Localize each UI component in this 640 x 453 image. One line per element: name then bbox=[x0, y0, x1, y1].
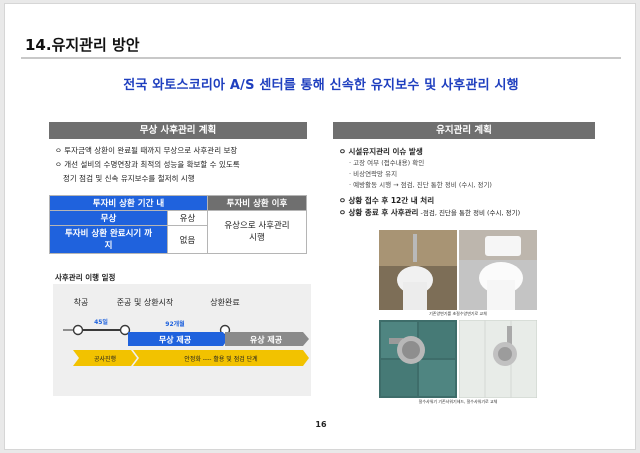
right-item-aftercare-bold: ㅇ 상황 종료 후 사후관리 bbox=[339, 208, 419, 217]
right-item-aftercare: ㅇ 상황 종료 후 사후관리 -점검, 진단을 통한 정비 (수시, 정기) bbox=[339, 207, 520, 219]
headline: 전국 와토스코리아 A/S 센터를 통해 신속한 유지보수 및 사후관리 시행 bbox=[123, 78, 519, 93]
right-maintenance-list: ㅇ 시설유지관리 이슈 발생 · 고장 여부 (접수내용) 확인 · 비상연락망… bbox=[339, 146, 520, 219]
bar-free-label: 무상 제공 bbox=[159, 335, 192, 345]
schedule-panel: 착공 준공 및 상환시작 상환완료 45일 92개월 무상 제공 유상 제공 공… bbox=[53, 284, 311, 396]
milestone-start-label: 착공 bbox=[74, 298, 89, 307]
table-header-within: 투자비 상환 기간 내 bbox=[49, 195, 208, 211]
table-header-after: 투자비 상환 이후 bbox=[207, 195, 307, 211]
duration-92-months: 92개월 bbox=[165, 320, 185, 328]
left-bullet-1: ㅇ 투자금액 상환이 완료될 때까지 무상으로 사후관리 보장 bbox=[55, 146, 238, 155]
caption-shower: 절수샤워기 기존샤워기헤드, 절수샤워기로 교체 bbox=[418, 399, 498, 404]
milestone-complete-label: 준공 및 상환시작 bbox=[117, 297, 174, 307]
right-subitem-3: · 예방활동 시행 → 점검, 진단 통한 정비 (수시, 정기) bbox=[349, 181, 492, 189]
left-bullet-2: ㅇ 개선 설비의 수명연장과 최적의 성능을 확보할 수 있도록 bbox=[55, 160, 240, 169]
photo-urinal-toilet bbox=[379, 230, 457, 310]
right-subitem-1: · 고장 여부 (접수내용) 확인 bbox=[349, 159, 425, 167]
right-item-aftercare-rest: -점검, 진단을 통한 정비 (수시, 정기) bbox=[418, 209, 521, 217]
schedule-title: 사후관리 이행 일정 bbox=[55, 273, 116, 282]
phase-stabilize-label: 안정화 ---- 활용 및 점검 단계 bbox=[184, 355, 257, 363]
table-merged-text: 유상으로 사후관리 시행 bbox=[224, 221, 290, 243]
right-item-issue: ㅇ 시설유지관리 이슈 발생 bbox=[339, 147, 423, 156]
right-subitem-2-text: 비상연락망 유지 bbox=[353, 170, 398, 178]
photo-new-toilet bbox=[459, 230, 537, 310]
table-row2-value: 없음 bbox=[167, 225, 208, 254]
left-section-title: 무상 사후관리 계획 bbox=[49, 122, 307, 139]
table-merged-cell: 유상으로 사후관리 시행 bbox=[207, 210, 307, 254]
table-row2-label-text: 투자비 상환 완료시기 까지 bbox=[64, 228, 153, 251]
title-divider bbox=[21, 57, 621, 59]
table-row2-label: 투자비 상환 완료시기 까지 bbox=[49, 225, 168, 254]
photo-old-shower bbox=[379, 320, 457, 398]
photo-collage: 기존양변기를 초절수양변기로 교체 절수샤워기 기존샤워기헤드, 절수샤워기로 … bbox=[379, 230, 537, 404]
slide-page: 14.유지관리 방안 전국 와토스코리아 A/S 센터를 통해 신속한 유지보수… bbox=[4, 3, 636, 450]
milestone-start-dot bbox=[72, 324, 84, 336]
schedule-timeline: 착공 준공 및 상환시작 상환완료 45일 92개월 무상 제공 유상 제공 공… bbox=[63, 297, 309, 366]
milestone-end-label: 상환완료 bbox=[210, 297, 239, 307]
photo-new-shower bbox=[459, 320, 537, 398]
right-subitem-3-text: 예방활동 시행 → 점검, 진단 통한 정비 (수시, 정기) bbox=[353, 181, 492, 189]
right-section-title: 유지관리 계획 bbox=[333, 122, 595, 139]
page-number: 16 bbox=[315, 420, 327, 429]
left-bullet-list: ㅇ 투자금액 상환이 완료될 때까지 무상으로 사후관리 보장 ㅇ 개선 설비의… bbox=[55, 144, 240, 186]
repayment-table: 투자비 상환 기간 내 투자비 상환 이후 무상 유상 유상으로 사후관리 시행… bbox=[49, 195, 307, 254]
page-title: 14.유지관리 방안 bbox=[25, 36, 140, 54]
duration-45-days: 45일 bbox=[94, 318, 108, 326]
table-row1-value: 유상 bbox=[167, 210, 208, 226]
caption-toilet: 기존양변기를 초절수양변기로 교체 bbox=[429, 311, 487, 316]
right-item-response: ㅇ 상황 접수 후 12간 내 처리 bbox=[339, 196, 435, 205]
left-bullet-3: 정기 점검 및 신속 유지보수를 철저히 시행 bbox=[63, 174, 195, 183]
table-row1-label: 무상 bbox=[49, 210, 168, 226]
phase-construction-label: 공사진행 bbox=[94, 355, 116, 363]
right-subitem-2: · 비상연락망 유지 bbox=[349, 170, 398, 178]
bar-paid-label: 유상 제공 bbox=[250, 335, 283, 345]
right-subitem-1-text: 고장 여부 (접수내용) 확인 bbox=[353, 159, 425, 167]
